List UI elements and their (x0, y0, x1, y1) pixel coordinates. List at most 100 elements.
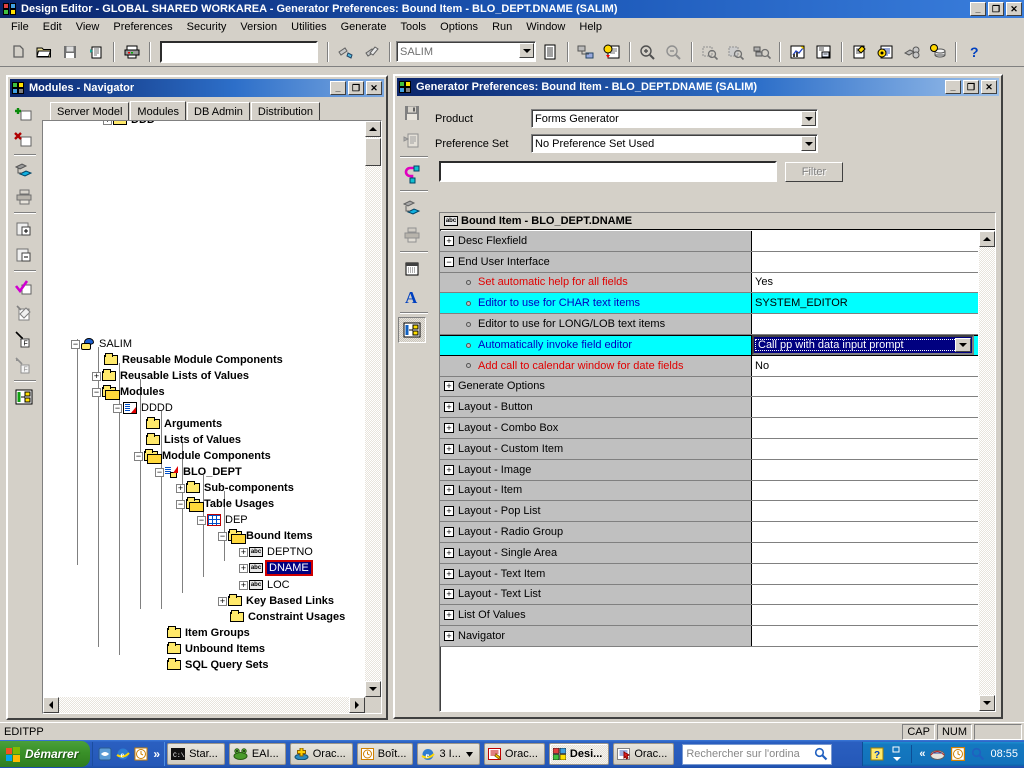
find-usage-icon[interactable] (750, 40, 774, 63)
menu-item-edit[interactable]: Edit (36, 19, 69, 35)
table-row[interactable]: + Layout - Item (440, 480, 978, 502)
down-icon[interactable]: F (12, 327, 36, 351)
product-combo[interactable]: Forms Generator (531, 109, 818, 128)
pref-value-cell[interactable] (752, 231, 978, 251)
tree-node-arguments[interactable]: Arguments (145, 416, 222, 432)
tree-node-key-based-links[interactable]: + Key Based Links (218, 593, 334, 609)
taskbar-item-star[interactable]: C:\ Star... (167, 743, 225, 765)
table-row[interactable]: + Desc Flexfield (440, 231, 978, 252)
expander-icon[interactable]: − (113, 403, 122, 413)
expander-icon[interactable]: + (444, 527, 454, 538)
generate-icon[interactable] (600, 40, 624, 63)
tray-clock[interactable]: 08:55 (990, 748, 1018, 760)
save-all-icon[interactable] (84, 40, 108, 63)
taskbar-item-oracle-2[interactable]: Orac... (483, 743, 545, 765)
clock-icon[interactable] (950, 747, 965, 762)
expander-icon[interactable]: + (92, 371, 101, 381)
value-editor-combo[interactable]: Call pp with data input prompt (752, 334, 974, 355)
module-tree[interactable]: + DDD − SALIM (43, 121, 365, 697)
pref-value-cell[interactable] (752, 563, 978, 584)
expander-icon[interactable]: − (197, 515, 206, 525)
tab-modules[interactable]: Modules (130, 101, 186, 120)
table-row[interactable]: + Layout - Radio Group (440, 522, 978, 543)
tab-server-model[interactable]: Server Model (50, 102, 130, 120)
new-icon[interactable] (6, 40, 30, 63)
table-row[interactable]: + Layout - Text List (440, 584, 978, 606)
tree-node-blo-dept[interactable]: − BLO_DEPT (155, 464, 242, 480)
expander-icon[interactable]: + (239, 580, 248, 590)
table-row[interactable]: + Layout - Combo Box (440, 418, 978, 439)
pref-value-cell[interactable] (752, 376, 978, 397)
scroll-right-button[interactable] (349, 697, 365, 713)
copy-icon[interactable] (398, 127, 426, 153)
tree-node-dddd[interactable]: − DDDD (113, 400, 173, 416)
expander-icon[interactable]: + (444, 506, 454, 517)
pref-value-cell[interactable] (752, 542, 978, 563)
expander-icon[interactable]: − (155, 467, 164, 477)
tree-node-lists-of-values[interactable]: Lists of Values (145, 432, 241, 448)
expander-icon[interactable]: + (444, 610, 454, 621)
scroll-down-button[interactable] (365, 681, 381, 697)
preferences-vertical-scrollbar[interactable] (979, 231, 995, 711)
minimize-button[interactable]: _ (970, 2, 986, 16)
pref-value-cell[interactable] (752, 459, 978, 480)
pref-value-cell[interactable]: No (752, 355, 978, 376)
taskbar-item-oracle-3[interactable]: Orac... (613, 743, 675, 765)
table-row[interactable]: + Layout - Pop List (440, 501, 978, 523)
restore-button[interactable]: ❐ (988, 2, 1004, 16)
workarea-combo[interactable]: SALIM (396, 41, 536, 62)
expander-icon[interactable]: − (218, 531, 227, 541)
pref-value-cell[interactable] (752, 501, 978, 522)
menu-item-tools[interactable]: Tools (393, 19, 433, 35)
expander-icon[interactable]: + (239, 547, 248, 557)
collapse-icon[interactable] (12, 243, 36, 267)
pref-value-cell[interactable] (752, 397, 978, 418)
expander-icon[interactable]: + (239, 563, 248, 573)
tree-node-modules[interactable]: − Modules (92, 384, 165, 400)
table-row[interactable]: + Layout - Text Item (440, 563, 978, 585)
tree-node-sub-components[interactable]: + Sub-components (176, 480, 294, 496)
menu-item-utilities[interactable]: Utilities (284, 19, 333, 35)
expander-icon[interactable]: + (444, 485, 454, 496)
expander-icon[interactable]: + (444, 443, 454, 454)
expand-tray-icon[interactable] (889, 746, 904, 762)
tree-node-deptno[interactable]: + abc DEPTNO (239, 544, 313, 560)
menu-item-security[interactable]: Security (180, 19, 234, 35)
taskbar-item-design-editor[interactable]: Desi... (548, 743, 610, 765)
network-icon[interactable] (930, 747, 946, 762)
matrix-diagram-icon[interactable] (786, 40, 810, 63)
edit-icon[interactable] (12, 301, 36, 325)
navigator-restore-button[interactable]: ❐ (348, 81, 364, 95)
ie-desktop-icon[interactable] (97, 747, 112, 762)
table-row[interactable]: + List Of Values (440, 605, 978, 627)
menu-item-generate[interactable]: Generate (334, 19, 394, 35)
tree-node-item-groups[interactable]: Item Groups (166, 625, 250, 641)
expander-icon[interactable]: + (444, 402, 454, 413)
tree-node-table-usages[interactable]: − Table Usages (176, 496, 274, 512)
search-icon[interactable] (970, 747, 985, 762)
preference-set-combo[interactable]: No Preference Set Used (531, 134, 818, 153)
pref-value-cell[interactable] (752, 626, 978, 646)
chevron-down-icon[interactable] (801, 136, 816, 151)
pref-value-cell[interactable] (752, 584, 978, 605)
gp-close-button[interactable]: ✕ (981, 80, 997, 94)
tree-node-loc[interactable]: + abc LOC (239, 577, 290, 593)
expander-icon[interactable]: + (444, 381, 454, 392)
check-in-icon[interactable] (334, 40, 358, 63)
tree-horizontal-scrollbar[interactable] (43, 697, 365, 713)
expander-icon[interactable]: + (444, 423, 454, 434)
tab-db-admin[interactable]: DB Admin (187, 102, 250, 120)
gp-restore-button[interactable]: ❐ (963, 80, 979, 94)
tab-distribution[interactable]: Distribution (250, 102, 320, 120)
scroll-thumb[interactable] (365, 138, 381, 166)
table-row[interactable]: Set automatic help for all fields Yes (440, 272, 978, 294)
taskbar-item-boite[interactable]: Boît... (356, 743, 414, 765)
table-row[interactable]: + Generate Options (440, 376, 978, 398)
expander-icon[interactable]: + (444, 547, 454, 558)
print-icon[interactable] (398, 222, 426, 248)
module-structure-icon[interactable] (900, 40, 924, 63)
menu-item-view[interactable]: View (69, 19, 107, 35)
server-model-icon[interactable] (574, 40, 598, 63)
tray-expand-chevron-icon[interactable]: « (919, 748, 925, 760)
properties-icon[interactable] (12, 159, 36, 183)
